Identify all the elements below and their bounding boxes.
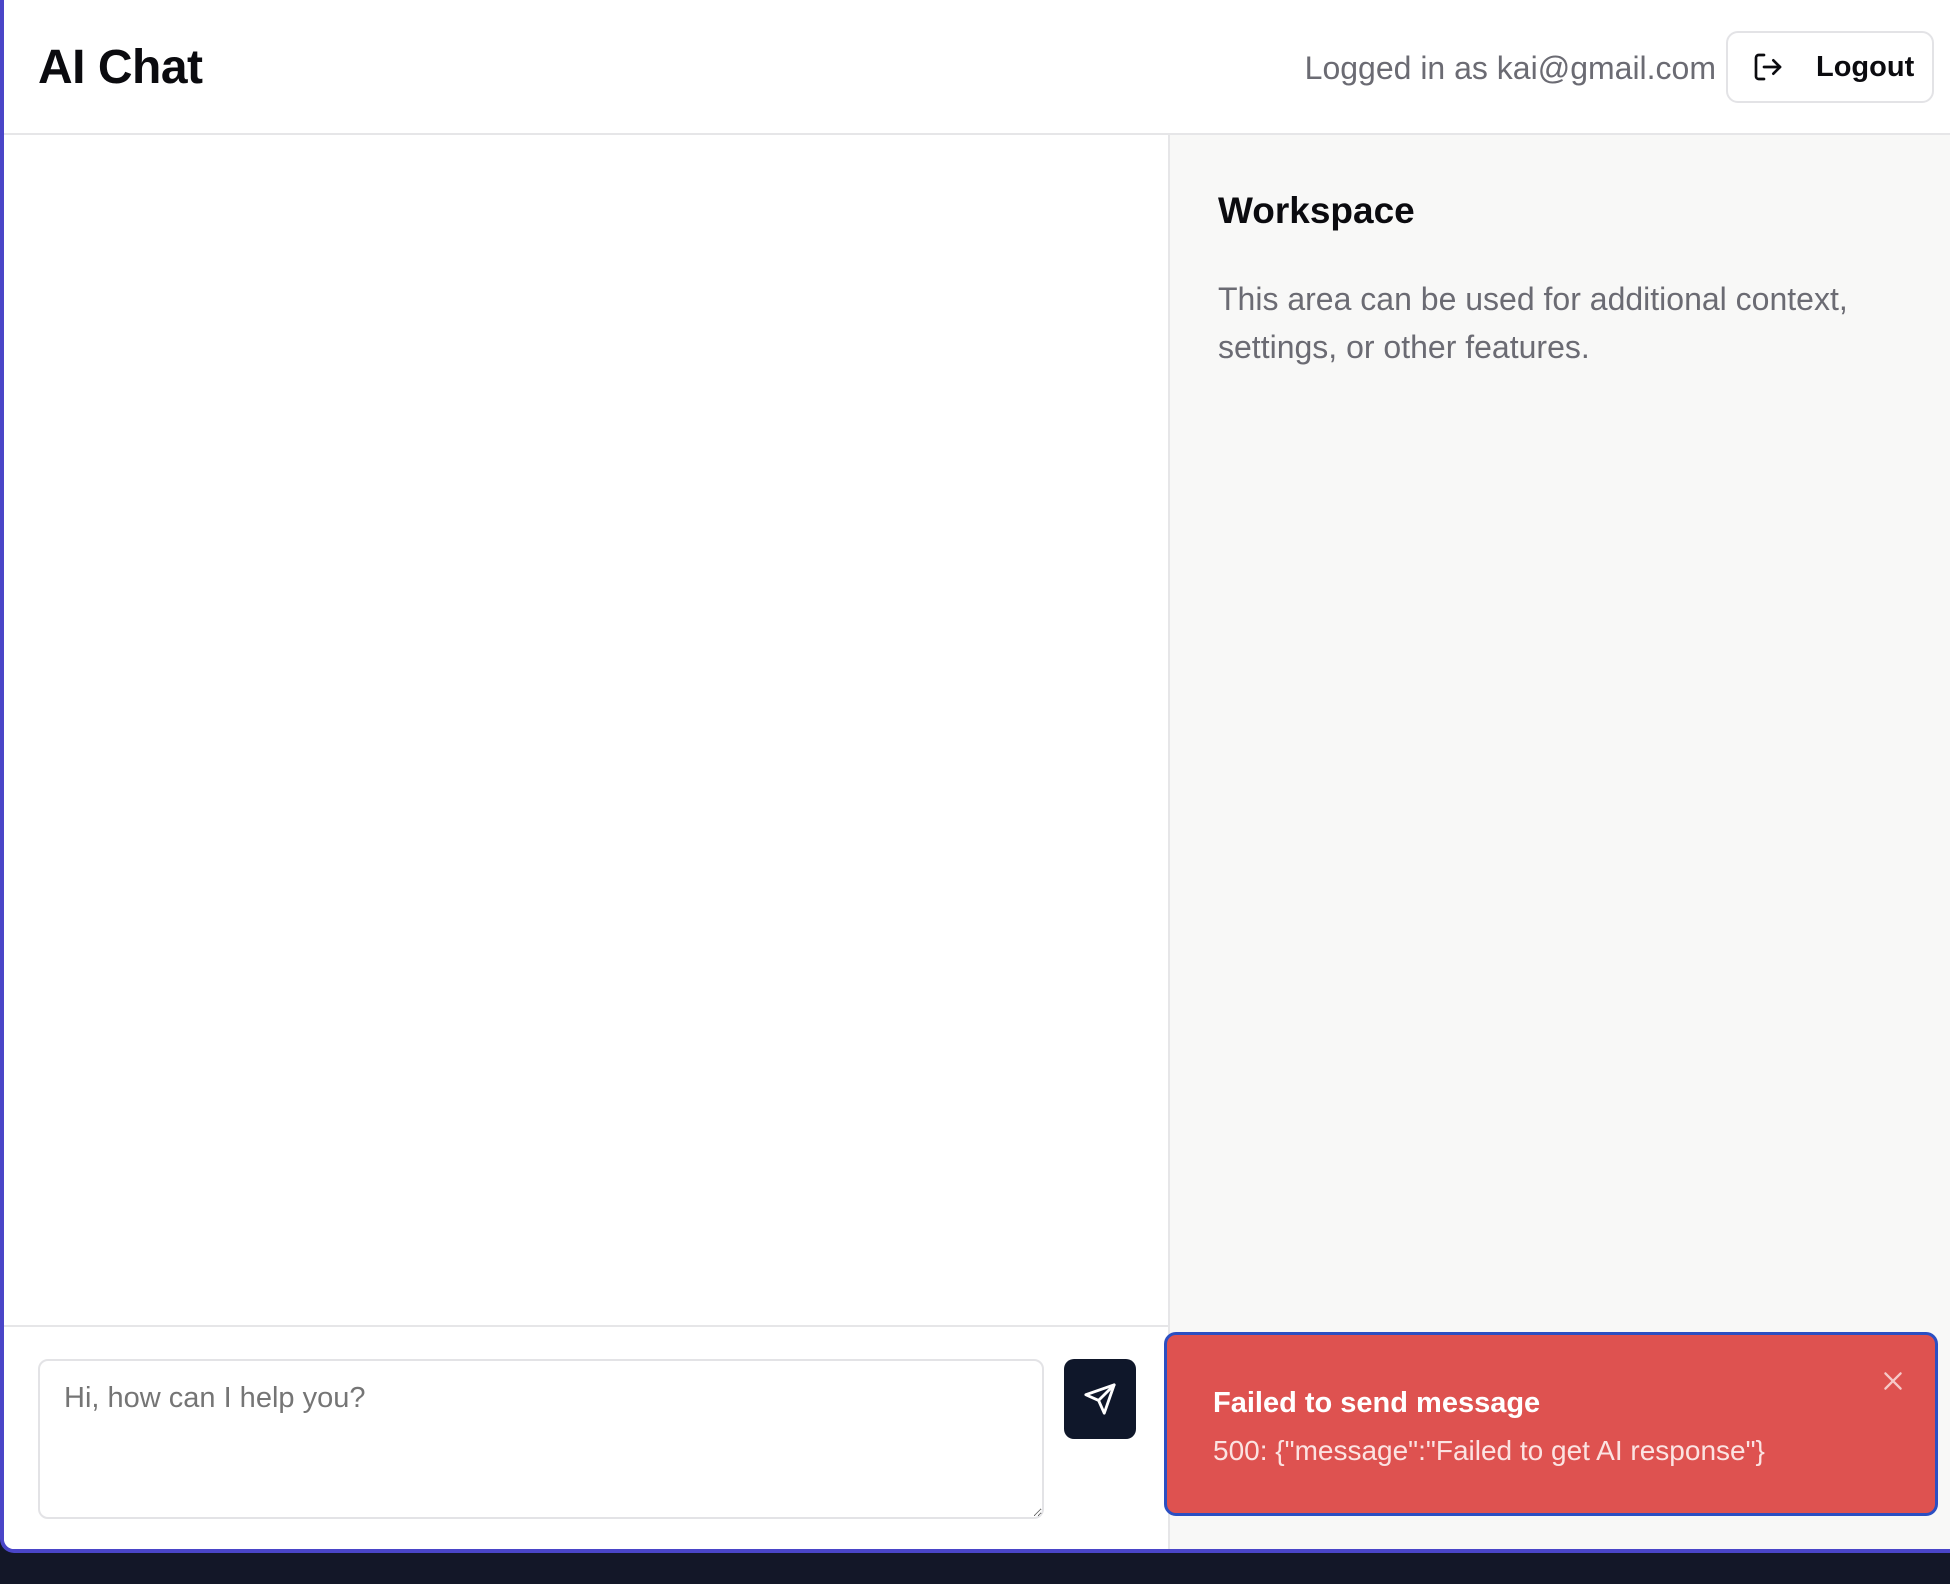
workspace-description: This area can be used for additional con… [1218,281,1848,365]
toast-message: 500: {"message":"Failed to get AI respon… [1213,1435,1765,1466]
send-button[interactable] [1064,1359,1136,1439]
error-toast: Failed to send message 500: {"message":"… [1164,1332,1938,1516]
send-icon [1083,1382,1117,1416]
logged-in-status: Logged in as kai@gmail.com [1304,50,1716,86]
toast-title: Failed to send message [1213,1387,1541,1419]
top-bar: AI Chat Logged in as kai@gmail.com Logou… [4,0,1950,135]
close-icon[interactable] [1875,1363,1911,1399]
logout-label: Logout [1816,50,1915,83]
chat-messages-area [4,135,1168,1325]
logout-button[interactable]: Logout [1726,31,1934,103]
app-window: AI Chat Logged in as kai@gmail.com Logou… [0,0,1950,1553]
message-composer [4,1325,1168,1549]
workspace-title: Workspace [1218,190,1415,231]
logout-icon [1752,51,1784,83]
message-input[interactable] [38,1359,1044,1519]
app-title: AI Chat [38,41,203,94]
